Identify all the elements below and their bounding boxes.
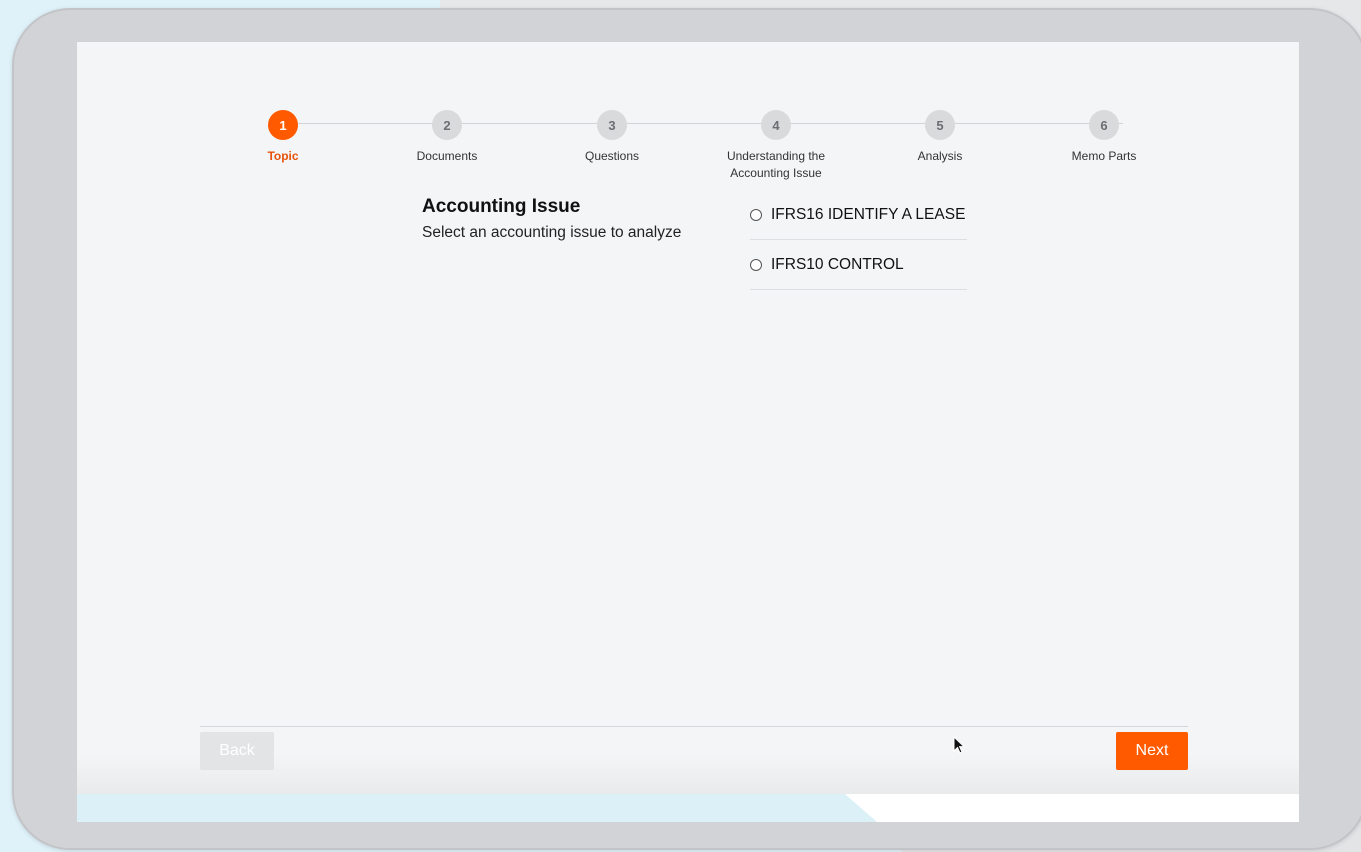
accounting-issue-options: IFRS16 IDENTIFY A LEASE IFRS10 CONTROL bbox=[750, 190, 967, 290]
step-number-badge: 5 bbox=[925, 110, 955, 140]
strip-tint bbox=[77, 794, 877, 822]
option-ifrs10-control[interactable]: IFRS10 CONTROL bbox=[750, 240, 967, 290]
step-label: Documents bbox=[416, 149, 478, 163]
step-number-badge: 2 bbox=[432, 110, 462, 140]
step-label: Topic bbox=[267, 149, 299, 163]
step-label-line2: Accounting Issue bbox=[730, 166, 822, 180]
progress-stepper: 1 Topic 2 Documents 3 Questions 4 Unders… bbox=[77, 76, 1299, 180]
screen-bottom-strip bbox=[77, 794, 1299, 822]
step-label-line1: Understanding the bbox=[726, 149, 826, 163]
step-documents[interactable]: 2 Documents bbox=[377, 110, 517, 165]
option-label: IFRS10 CONTROL bbox=[771, 255, 904, 273]
step-label: Questions bbox=[584, 149, 640, 163]
back-button[interactable]: Back bbox=[200, 732, 274, 770]
mouse-cursor-icon bbox=[953, 736, 966, 754]
step-number-badge: 3 bbox=[597, 110, 627, 140]
step-label: Memo Parts bbox=[1071, 149, 1137, 163]
app-screen: 1 Topic 2 Documents 3 Questions 4 Unders… bbox=[77, 42, 1299, 794]
section-subtitle: Select an accounting issue to analyze bbox=[422, 224, 682, 241]
step-label: Understanding the Accounting Issue bbox=[706, 148, 846, 182]
option-label: IFRS16 IDENTIFY A LEASE bbox=[771, 205, 966, 223]
option-ifrs16-identify-lease[interactable]: IFRS16 IDENTIFY A LEASE bbox=[750, 190, 967, 240]
step-number-badge: 4 bbox=[761, 110, 791, 140]
step-understanding-issue[interactable]: 4 Understanding the Accounting Issue bbox=[706, 110, 846, 182]
step-memo-parts[interactable]: 6 Memo Parts bbox=[1034, 110, 1174, 165]
step-label: Analysis bbox=[917, 149, 963, 163]
next-button[interactable]: Next bbox=[1116, 732, 1188, 770]
radio-button[interactable] bbox=[750, 208, 762, 221]
radio-button[interactable] bbox=[750, 258, 762, 271]
step-analysis[interactable]: 5 Analysis bbox=[870, 110, 1010, 165]
section-title: Accounting Issue bbox=[422, 196, 581, 217]
step-number-badge: 6 bbox=[1089, 110, 1119, 140]
footer-divider bbox=[200, 726, 1188, 727]
step-topic[interactable]: 1 Topic bbox=[213, 110, 353, 165]
step-questions[interactable]: 3 Questions bbox=[542, 110, 682, 165]
step-number-badge: 1 bbox=[268, 110, 298, 140]
